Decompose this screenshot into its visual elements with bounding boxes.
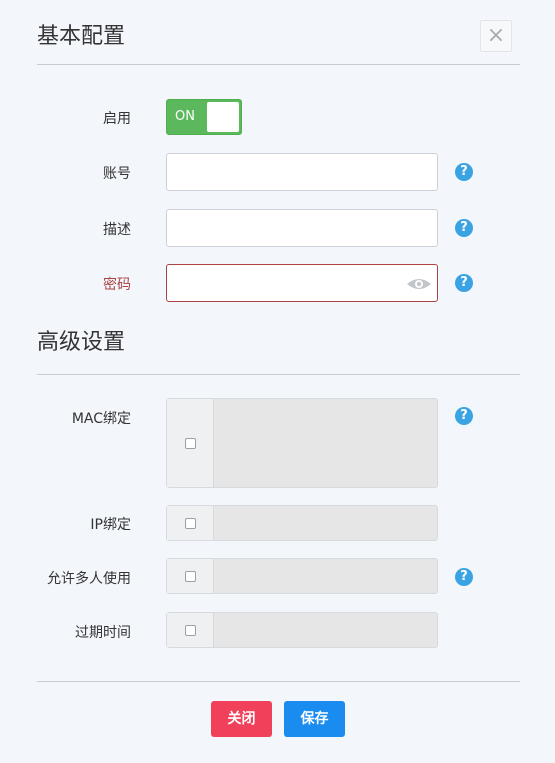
account-label: 账号 [103,166,131,182]
multi-user-help-icon[interactable]: ? [455,568,473,586]
mac-binding-checkbox[interactable] [184,437,196,449]
multi-user-addon [167,559,214,593]
toggle-state-text: ON [175,109,195,124]
multi-user-checkbox[interactable] [184,570,196,582]
mac-help-icon[interactable]: ? [455,407,473,425]
enable-label: 启用 [103,111,131,127]
account-input[interactable] [166,153,438,191]
description-label: 描述 [103,222,131,238]
show-password-eye-icon[interactable] [405,276,433,290]
ip-binding-checkbox[interactable] [184,517,196,529]
password-help-icon[interactable]: ? [455,274,473,292]
mac-binding-label: MAC绑定 [71,411,131,427]
description-input[interactable] [166,209,438,247]
password-label: 密码 [103,277,131,293]
ip-binding-label: IP绑定 [90,517,131,533]
expire-addon [167,613,214,647]
ip-binding-addon [167,506,214,540]
expire-checkbox[interactable] [184,624,196,636]
divider [37,374,520,375]
close-button[interactable]: 关闭 [211,701,272,737]
mac-binding-group [166,398,438,488]
multi-user-group [166,558,438,594]
divider [37,64,520,65]
divider [37,681,520,682]
expire-label: 过期时间 [75,625,131,641]
account-help-icon[interactable]: ? [455,163,473,181]
save-button[interactable]: 保存 [284,701,345,737]
description-help-icon[interactable]: ? [455,219,473,237]
advanced-section-title: 高级设置 [37,330,126,355]
multi-user-label: 允许多人使用 [47,571,131,587]
close-icon: × [486,23,506,48]
expire-group [166,612,438,648]
password-input[interactable] [166,264,438,302]
ip-binding-group [166,505,438,541]
mac-binding-addon [167,399,214,487]
enable-toggle[interactable]: ON [166,99,242,135]
close-dialog-button[interactable]: × [480,20,512,52]
basic-section-title: 基本配置 [37,24,126,49]
toggle-knob [207,102,239,132]
